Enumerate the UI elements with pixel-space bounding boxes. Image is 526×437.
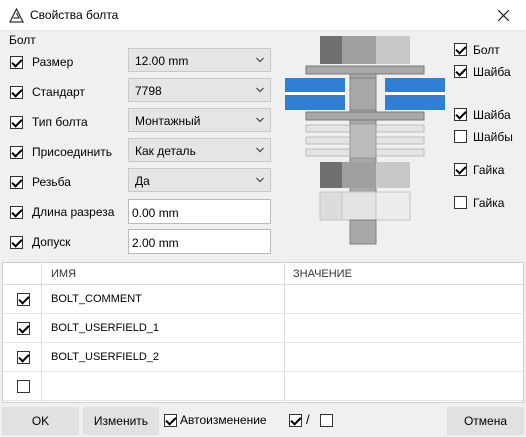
window-title: Свойства болта — [30, 8, 119, 22]
table-row[interactable] — [3, 372, 523, 401]
option-nut-label: Гайка — [473, 163, 505, 177]
title-bar: Свойства болта — [0, 0, 526, 31]
standard-checkbox[interactable] — [10, 86, 23, 99]
option-washer-bottom-checkbox[interactable] — [454, 108, 467, 121]
bolt-type-combo[interactable]: Монтажный — [128, 108, 271, 132]
thread-checkbox[interactable] — [10, 176, 23, 189]
standard-value: 7798 — [135, 84, 162, 98]
attach-label: Присоединить — [32, 145, 113, 159]
chevron-down-icon — [256, 147, 264, 153]
close-button[interactable] — [482, 0, 526, 31]
chevron-down-icon — [256, 117, 264, 123]
cut-length-label: Длина разреза — [32, 205, 115, 219]
option-nut-second-label: Гайка — [473, 196, 505, 210]
bolt-assembly-diagram — [285, 36, 445, 245]
size-combo[interactable]: 12.00 mm — [128, 48, 271, 72]
size-value: 12.00 mm — [135, 54, 189, 68]
auto-modify-checkbox[interactable] — [164, 414, 177, 427]
option-nut-checkbox[interactable] — [454, 163, 467, 176]
bolt-type-checkbox[interactable] — [10, 116, 23, 129]
attach-checkbox[interactable] — [10, 146, 23, 159]
cut-length-input[interactable]: 0.00 mm — [128, 199, 271, 224]
row-name: BOLT_COMMENT — [51, 293, 142, 305]
option-bolt-checkbox[interactable] — [454, 43, 467, 56]
chevron-down-icon — [256, 57, 264, 63]
group-label: Болт — [9, 33, 36, 47]
cut-length-checkbox[interactable] — [10, 206, 23, 219]
thread-combo[interactable]: Да — [128, 168, 271, 192]
cut-length-value: 0.00 mm — [132, 206, 179, 220]
table-row[interactable]: BOLT_USERFIELD_2 — [3, 343, 523, 372]
thread-value: Да — [135, 174, 150, 188]
select-toggle-separator: / — [306, 412, 310, 427]
nut — [320, 162, 342, 188]
option-washers-checkbox[interactable] — [454, 130, 467, 143]
option-washer-top-checkbox[interactable] — [454, 65, 467, 78]
row-name: BOLT_USERFIELD_1 — [51, 322, 160, 334]
modify-button[interactable]: Изменить — [83, 407, 159, 435]
standard-combo[interactable]: 7798 — [128, 78, 271, 102]
tolerance-input[interactable]: 2.00 mm — [128, 229, 271, 254]
thread-label: Резьба — [32, 175, 71, 189]
size-label: Размер — [32, 55, 74, 69]
option-washers-label: Шайбы — [473, 130, 513, 144]
lower-washer — [305, 111, 425, 121]
table-header: ИМЯ ЗНАЧЕНИЕ — [3, 263, 523, 285]
row-checkbox[interactable] — [17, 322, 30, 335]
row-name: BOLT_USERFIELD_2 — [51, 351, 160, 363]
tolerance-value: 2.00 mm — [132, 236, 179, 250]
column-header-value[interactable]: ЗНАЧЕНИЕ — [293, 268, 352, 280]
standard-label: Стандарт — [32, 85, 85, 99]
row-checkbox[interactable] — [17, 380, 30, 393]
attributes-table: ИМЯ ЗНАЧЕНИЕ BOLT_COMMENT BOLT_USERFIELD… — [2, 262, 524, 403]
attach-combo[interactable]: Как деталь — [128, 138, 271, 162]
bolt-type-value: Монтажный — [135, 114, 201, 128]
bolt-type-label: Тип болта — [32, 115, 88, 129]
bolt-head — [320, 36, 342, 64]
option-nut-second-checkbox[interactable] — [454, 196, 467, 209]
size-checkbox[interactable] — [10, 56, 23, 69]
table-row[interactable]: BOLT_USERFIELD_1 — [3, 314, 523, 343]
table-row[interactable]: BOLT_COMMENT — [3, 285, 523, 314]
auto-modify-label: Автоизменение — [180, 413, 267, 427]
option-washer-bottom-label: Шайба — [473, 108, 511, 122]
option-washer-top-label: Шайба — [473, 65, 511, 79]
close-icon — [498, 10, 509, 21]
cancel-button[interactable]: Отмена — [447, 407, 524, 435]
top-washer — [305, 65, 425, 75]
chevron-down-icon — [256, 87, 264, 93]
app-logo-icon — [9, 8, 24, 23]
option-bolt-label: Болт — [473, 43, 500, 57]
ghost-nut — [319, 191, 343, 221]
select-all-checkbox[interactable] — [289, 414, 302, 427]
tolerance-label: Допуск — [32, 235, 71, 249]
tolerance-checkbox[interactable] — [10, 236, 23, 249]
column-header-name[interactable]: ИМЯ — [51, 268, 76, 280]
attach-value: Как деталь — [135, 144, 196, 158]
row-checkbox[interactable] — [17, 351, 30, 364]
dialog-footer: OK Изменить Автоизменение / Отмена — [0, 405, 526, 437]
chevron-down-icon — [256, 177, 264, 183]
deselect-all-checkbox[interactable] — [320, 414, 333, 427]
row-checkbox[interactable] — [17, 293, 30, 306]
ok-button[interactable]: OK — [2, 407, 79, 435]
